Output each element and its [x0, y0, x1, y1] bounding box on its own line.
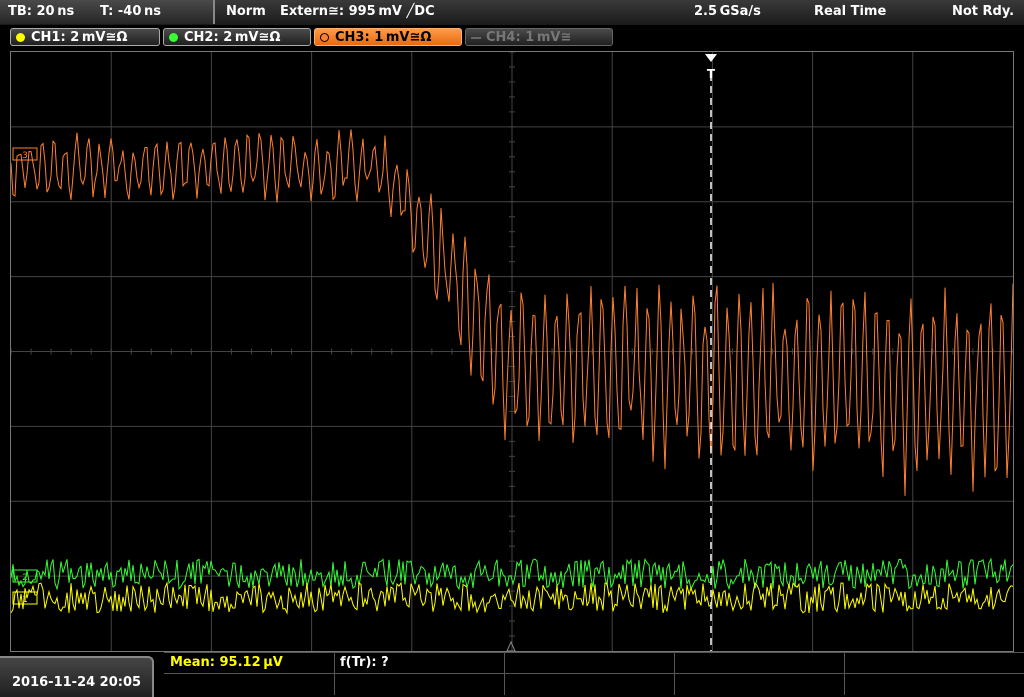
channel-1-offset-marker[interactable]: 1 [12, 591, 38, 605]
timebase-box[interactable]: TB: 20 ns T: -40 ns [0, 0, 215, 24]
waveform-display[interactable]: T 3 2 1 [10, 51, 1014, 652]
channel-3-marker-label: 3 [22, 151, 28, 161]
channel-1-dot-icon [16, 33, 25, 42]
trigger-offset-value[interactable]: T: -40 ns [100, 4, 161, 19]
timebase-value[interactable]: TB: 20 ns [8, 4, 74, 19]
status-bar: TB: 20 ns T: -40 ns Norm Extern≅: 995 mV… [0, 0, 1024, 26]
trigger-arrow-icon[interactable] [705, 54, 717, 62]
acquisition-status: Not Rdy. [952, 4, 1015, 19]
datetime-box: 2016-11-24 20:05 [0, 656, 154, 697]
measurement-mean[interactable]: Mean: 95.12 µV [170, 655, 283, 670]
center-marker-icon [506, 640, 516, 651]
measurement-table[interactable]: Mean: 95.12 µV f(Tr): ? [164, 652, 1024, 695]
channel-2-marker-label: 2 [22, 573, 28, 583]
trigger-mode[interactable]: Norm [226, 4, 266, 19]
channel-4-button[interactable]: CH4: 1 mV≅ [465, 28, 613, 46]
channel-3-label: CH3: 1 mV≅Ω [335, 30, 432, 45]
channel-1-label: CH1: 2 mV≅Ω [31, 30, 128, 45]
channel-2-dot-icon [169, 33, 178, 42]
trigger-source[interactable]: Extern≅: 995 mV ╱DC [280, 4, 435, 19]
channel-3-button[interactable]: CH3: 1 mV≅Ω [314, 28, 462, 46]
channel-4-label: CH4: 1 mV≅ [486, 30, 572, 45]
sample-rate[interactable]: 2.5 GSa/s [694, 4, 761, 19]
channel-2-label: CH2: 2 mV≅Ω [184, 30, 281, 45]
trigger-marker-label: T [707, 67, 716, 81]
waveform-canvas[interactable]: T 3 2 1 [11, 52, 1013, 651]
datetime: 2016-11-24 20:05 [12, 675, 142, 690]
channel-4-off-icon [471, 37, 481, 39]
channel-2-button[interactable]: CH2: 2 mV≅Ω [163, 28, 311, 46]
channel-1-button[interactable]: CH1: 2 mV≅Ω [10, 28, 160, 46]
channel-1-marker-label: 1 [22, 595, 28, 605]
acquisition-mode[interactable]: Real Time [814, 4, 886, 19]
measurement-rise-frequency[interactable]: f(Tr): ? [340, 655, 389, 670]
channel-3-dot-icon [320, 33, 329, 42]
channel-bar: CH1: 2 mV≅Ω CH2: 2 mV≅Ω CH3: 1 mV≅Ω CH4:… [0, 25, 1024, 49]
